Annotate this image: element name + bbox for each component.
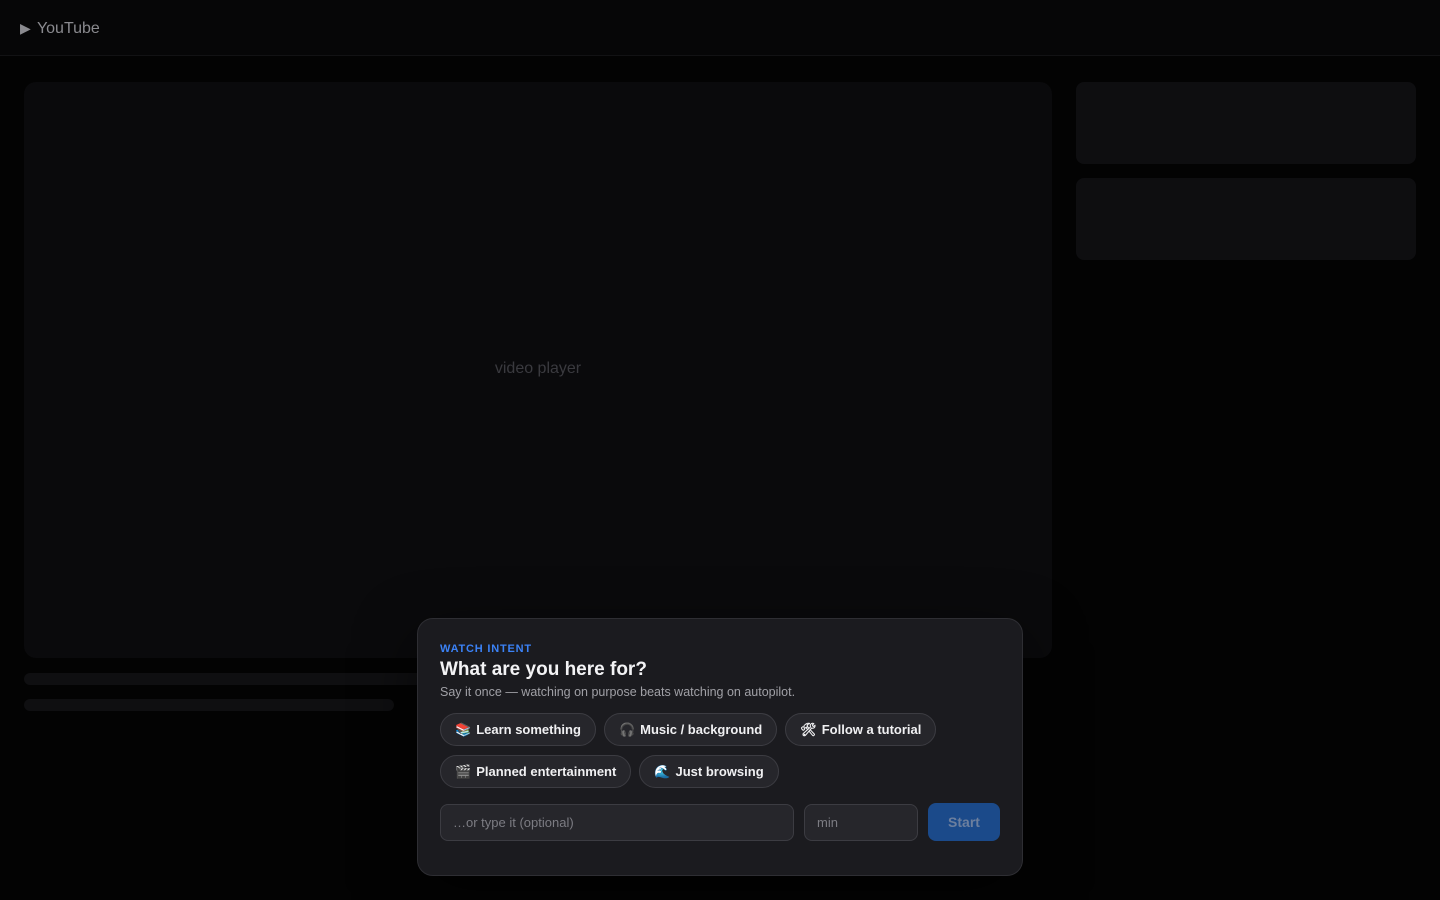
books-icon: 📚: [455, 721, 472, 737]
video-player[interactable]: video player: [24, 82, 1052, 658]
video-player-label: video player: [494, 360, 582, 377]
chip-label: Planned entertainment: [476, 764, 617, 779]
intent-chip-list: 📚 Learn something 🎧 Music / background 🛠…: [440, 713, 1000, 788]
logo-text: YouTube: [36, 20, 100, 37]
top-bar: ▶ YouTube: [0, 0, 1440, 56]
tools-icon: 🛠: [800, 721, 817, 737]
chip-learn-something[interactable]: 📚 Learn something: [440, 713, 596, 746]
watch-intent-dialog: WATCH INTENT What are you here for? Say …: [417, 618, 1023, 876]
chip-follow-tutorial[interactable]: 🛠 Follow a tutorial: [785, 713, 937, 746]
clapper-icon: 🎬: [455, 763, 472, 779]
start-button[interactable]: Start: [928, 803, 1000, 841]
play-icon: ▶: [20, 20, 31, 36]
title-placeholder: [24, 673, 424, 685]
chip-just-browsing[interactable]: 🌊 Just browsing: [639, 755, 779, 788]
minutes-input[interactable]: [804, 803, 918, 841]
chip-label: Follow a tutorial: [821, 722, 922, 737]
recommendation-card-placeholder: [1076, 82, 1416, 164]
wave-icon: 🌊: [654, 763, 671, 779]
chip-label: Just browsing: [675, 764, 764, 779]
chip-music-background[interactable]: 🎧 Music / background: [603, 713, 778, 746]
chip-label: Music / background: [640, 722, 763, 737]
headphones-icon: 🎧: [618, 721, 636, 737]
dialog-title: What are you here for?: [440, 659, 647, 680]
meta-placeholder: [24, 699, 394, 711]
chip-label: Learn something: [476, 722, 581, 737]
chip-planned-entertainment[interactable]: 🎬 Planned entertainment: [440, 755, 632, 788]
dialog-subtitle: Say it once — watching on purpose beats …: [440, 685, 796, 699]
youtube-logo[interactable]: ▶ YouTube: [20, 18, 100, 39]
recommendation-card-placeholder: [1076, 178, 1416, 260]
intent-input-row: Start: [440, 803, 1000, 841]
intent-text-input[interactable]: [440, 803, 794, 841]
dialog-eyebrow: WATCH INTENT: [440, 643, 532, 655]
